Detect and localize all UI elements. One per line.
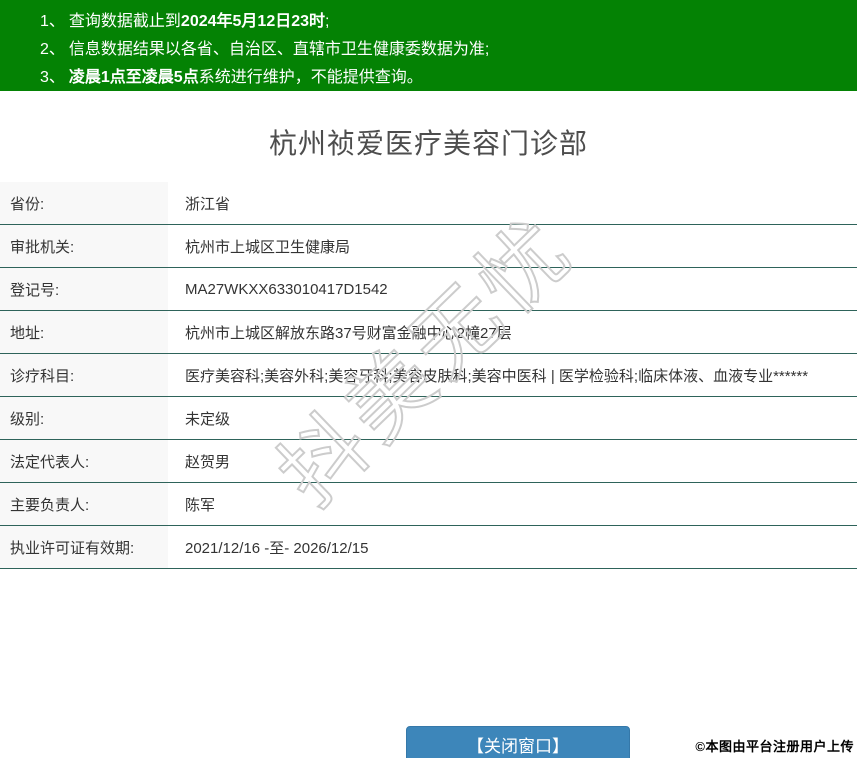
row-label: 诊疗科目:	[0, 354, 168, 396]
notice-number: 1、	[40, 13, 65, 30]
notice-text-bold: 2024年5月12日23时	[180, 13, 326, 30]
row-label: 主要负责人:	[0, 483, 168, 525]
row-value: 杭州市上城区解放东路37号财富金融中心2幢27层	[185, 324, 512, 342]
row-label: 级别:	[0, 397, 168, 439]
row-value: 未定级	[185, 410, 231, 428]
notice-number: 3、	[40, 69, 65, 86]
table-row-legal-representative: 法定代表人: 赵贺男	[0, 440, 857, 483]
row-label: 审批机关:	[0, 225, 168, 267]
table-row-main-person-in-charge: 主要负责人: 陈军	[0, 483, 857, 526]
close-window-button[interactable]: 【关闭窗口】	[406, 726, 630, 758]
notice-bar: 1、 查询数据截止到2024年5月12日23时; 2、 信息数据结果以各省、自治区、…	[0, 0, 857, 91]
table-row-province: 省份: 浙江省	[0, 182, 857, 225]
notice-text: ;	[325, 13, 330, 30]
row-label: 法定代表人:	[0, 440, 168, 482]
table-row-medical-subjects: 诊疗科目: 医疗美容科;美容外科;美容牙科;美容皮肤科;美容中医科 | 医学检验…	[0, 354, 857, 397]
notice-text: 查询数据截止到	[68, 13, 181, 30]
notice-line-3: 3、 凌晨1点至凌晨5点系统进行维护，不能提供查询。	[40, 64, 847, 92]
notice-line-1: 1、 查询数据截止到2024年5月12日23时;	[40, 8, 847, 36]
table-row-approval-authority: 审批机关: 杭州市上城区卫生健康局	[0, 225, 857, 268]
row-label: 地址:	[0, 311, 168, 353]
row-value: 赵贺男	[185, 453, 231, 471]
row-value: 陈军	[185, 496, 216, 514]
row-label: 省份:	[0, 182, 168, 224]
institution-info-table: 省份: 浙江省 审批机关: 杭州市上城区卫生健康局 登记号: MA27WKXX6…	[0, 182, 857, 569]
row-label: 登记号:	[0, 268, 168, 310]
notice-number: 2、	[40, 41, 65, 58]
row-value: 杭州市上城区卫生健康局	[185, 238, 351, 256]
page-title: 杭州祯爱医疗美容门诊部	[268, 128, 588, 159]
table-row-registration-number: 登记号: MA27WKXX633010417D1542	[0, 268, 857, 311]
row-value: MA27WKXX633010417D1542	[185, 280, 388, 298]
table-row-license-validity: 执业许可证有效期: 2021/12/16 -至- 2026/12/15	[0, 526, 857, 569]
row-label: 执业许可证有效期:	[0, 526, 168, 568]
table-row-level: 级别: 未定级	[0, 397, 857, 440]
row-value: 浙江省	[185, 195, 231, 213]
table-row-address: 地址: 杭州市上城区解放东路37号财富金融中心2幢27层	[0, 311, 857, 354]
notice-text: 系统进行维护，不能提供查询。	[198, 69, 423, 86]
row-value: 2021/12/16 -至- 2026/12/15	[185, 539, 369, 557]
row-value: 医疗美容科;美容外科;美容牙科;美容皮肤科;美容中医科 | 医学检验科;临床体液…	[185, 367, 809, 385]
notice-text-bold: 凌晨1点至凌晨5点	[68, 69, 199, 86]
upload-credit-text: ©本图由平台注册用户上传	[695, 739, 854, 754]
notice-line-2: 2、 信息数据结果以各省、自治区、直辖市卫生健康委数据为准;	[40, 36, 847, 64]
notice-text: 信息数据结果以各省、自治区、直辖市卫生健康委数据为准;	[68, 41, 490, 58]
